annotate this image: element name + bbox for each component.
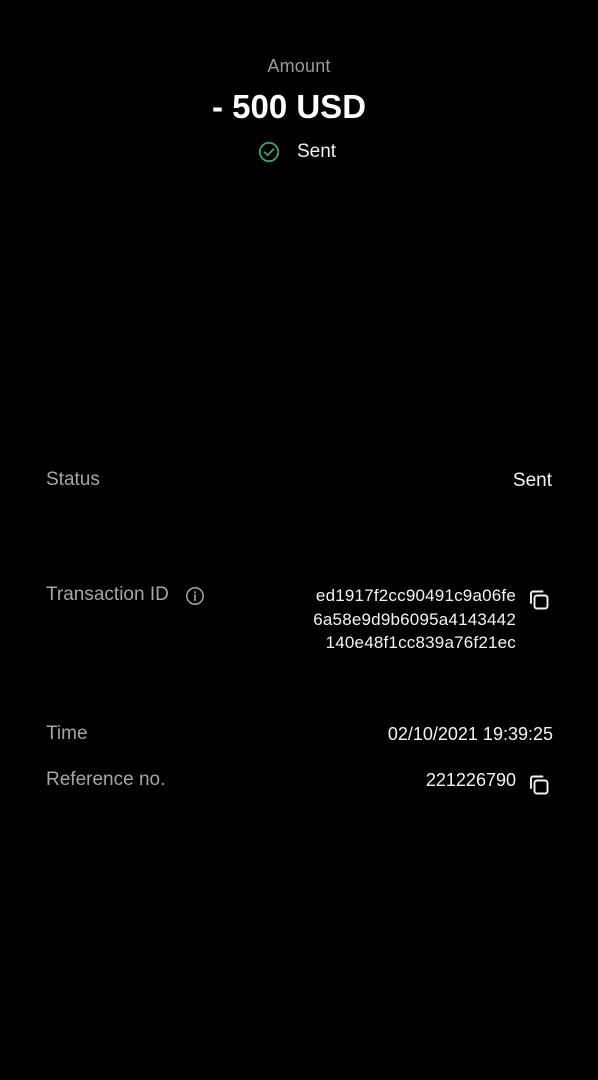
check-circle-icon xyxy=(259,142,279,162)
time-value: 02/10/2021 19:39:25 xyxy=(387,724,553,744)
reference-label: Reference no. xyxy=(46,769,166,790)
status-indicator: Sent xyxy=(258,141,336,163)
copy-reference-icon[interactable] xyxy=(526,772,552,798)
status-row-value: Sent xyxy=(512,470,552,491)
reference-value: 221226790 xyxy=(425,770,516,790)
status-text: Sent xyxy=(297,141,337,162)
transaction-id-label: Transaction ID xyxy=(46,584,169,605)
transaction-id-line: 6a58e9d9b6095a4143442 xyxy=(313,609,516,629)
status-row-label: Status xyxy=(46,469,100,490)
info-icon[interactable] xyxy=(185,586,205,606)
amount-value: - 500 USD xyxy=(211,88,367,125)
copy-transaction-id-icon[interactable] xyxy=(526,587,552,613)
transaction-id-value: ed1917f2cc90491c9a06fe 6a58e9d9b6095a414… xyxy=(262,584,516,655)
transaction-id-line: ed1917f2cc90491c9a06fe xyxy=(315,586,516,605)
transaction-id-line: 140e48f1cc839a76f21ec xyxy=(325,633,516,652)
amount-label: Amount xyxy=(267,56,331,76)
time-label: Time xyxy=(46,723,88,744)
